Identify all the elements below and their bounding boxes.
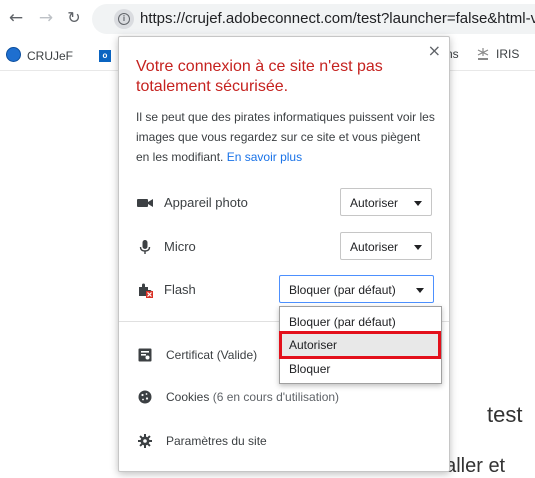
permission-row-flash: Flash Bloquer (par défaut)	[119, 275, 449, 305]
camera-icon	[137, 199, 153, 207]
crujef-icon	[6, 47, 21, 62]
certificate-label: Certificat (Valide)	[166, 348, 257, 362]
warning-body: Il se peut que des pirates informatiques…	[136, 107, 436, 167]
bookmark-outlook[interactable]: o	[99, 47, 111, 62]
cookies-row[interactable]: Cookies (6 en cours d'utilisation)	[119, 387, 449, 411]
warning-title: Votre connexion à ce site n'est pas tota…	[136, 58, 383, 95]
address-bar[interactable]: i https://crujef.adobeconnect.com/test?l…	[92, 4, 535, 34]
site-settings-label: Paramètres du site	[166, 434, 267, 448]
highlight-box	[279, 331, 441, 359]
permission-row-camera: Appareil photo Autoriser	[119, 188, 449, 218]
permission-row-micro: Micro Autoriser	[119, 232, 449, 262]
dropdown-option-block[interactable]: Bloquer	[280, 358, 441, 380]
bookmark-label: CRUJeF	[27, 49, 74, 63]
reload-icon[interactable]: ↻	[64, 8, 84, 28]
certificate-text: Certificat	[166, 348, 214, 362]
certificate-status: (Valide)	[216, 348, 258, 362]
bookmark-iris[interactable]: IRIS	[475, 47, 519, 61]
plugin-icon	[139, 283, 153, 298]
url-text[interactable]: https://crujef.adobeconnect.com/test?lau…	[140, 10, 535, 27]
cookie-icon	[138, 390, 152, 404]
camera-permission-select[interactable]: Autoriser	[340, 188, 432, 216]
site-info-button[interactable]: i	[114, 9, 134, 29]
bookmark-label: IRIS	[496, 47, 520, 61]
site-info-popup: × Votre connexion à ce site n'est pas to…	[118, 36, 450, 472]
info-icon: i	[118, 13, 130, 25]
select-value: Autoriser	[350, 240, 399, 254]
site-settings-row[interactable]: Paramètres du site	[119, 431, 449, 455]
permission-label: Flash	[164, 282, 196, 297]
select-value: Bloquer (par défaut)	[289, 283, 396, 297]
outlook-icon: o	[99, 50, 111, 62]
back-arrow-icon[interactable]: ←	[6, 8, 26, 28]
micro-permission-select[interactable]: Autoriser	[340, 232, 432, 260]
select-value: Autoriser	[350, 196, 399, 210]
iris-icon	[477, 48, 489, 60]
close-icon[interactable]: ×	[428, 43, 441, 59]
microphone-icon	[139, 240, 151, 254]
page-heading: test	[487, 402, 523, 427]
browser-toolbar: ← → ↻ i https://crujef.adobeconnect.com/…	[0, 0, 535, 40]
chevron-down-icon	[414, 201, 422, 206]
gear-icon	[138, 434, 152, 448]
permission-label: Appareil photo	[164, 195, 248, 210]
chevron-down-icon	[416, 288, 424, 293]
cookies-label: Cookies (6 en cours d'utilisation)	[166, 390, 339, 404]
learn-more-link[interactable]: En savoir plus	[227, 150, 302, 164]
cookies-text: Cookies	[166, 390, 210, 404]
dropdown-option-block-default[interactable]: Bloquer (par défaut)	[280, 311, 441, 333]
flash-permission-select[interactable]: Bloquer (par défaut)	[279, 275, 434, 303]
bookmark-crujef[interactable]: CRUJeF	[6, 47, 73, 63]
permission-label: Micro	[164, 239, 196, 254]
cookies-status: (6 en cours d'utilisation)	[212, 390, 340, 404]
chevron-down-icon	[414, 245, 422, 250]
forward-arrow-icon[interactable]: →	[36, 8, 56, 28]
certificate-icon	[138, 348, 152, 362]
